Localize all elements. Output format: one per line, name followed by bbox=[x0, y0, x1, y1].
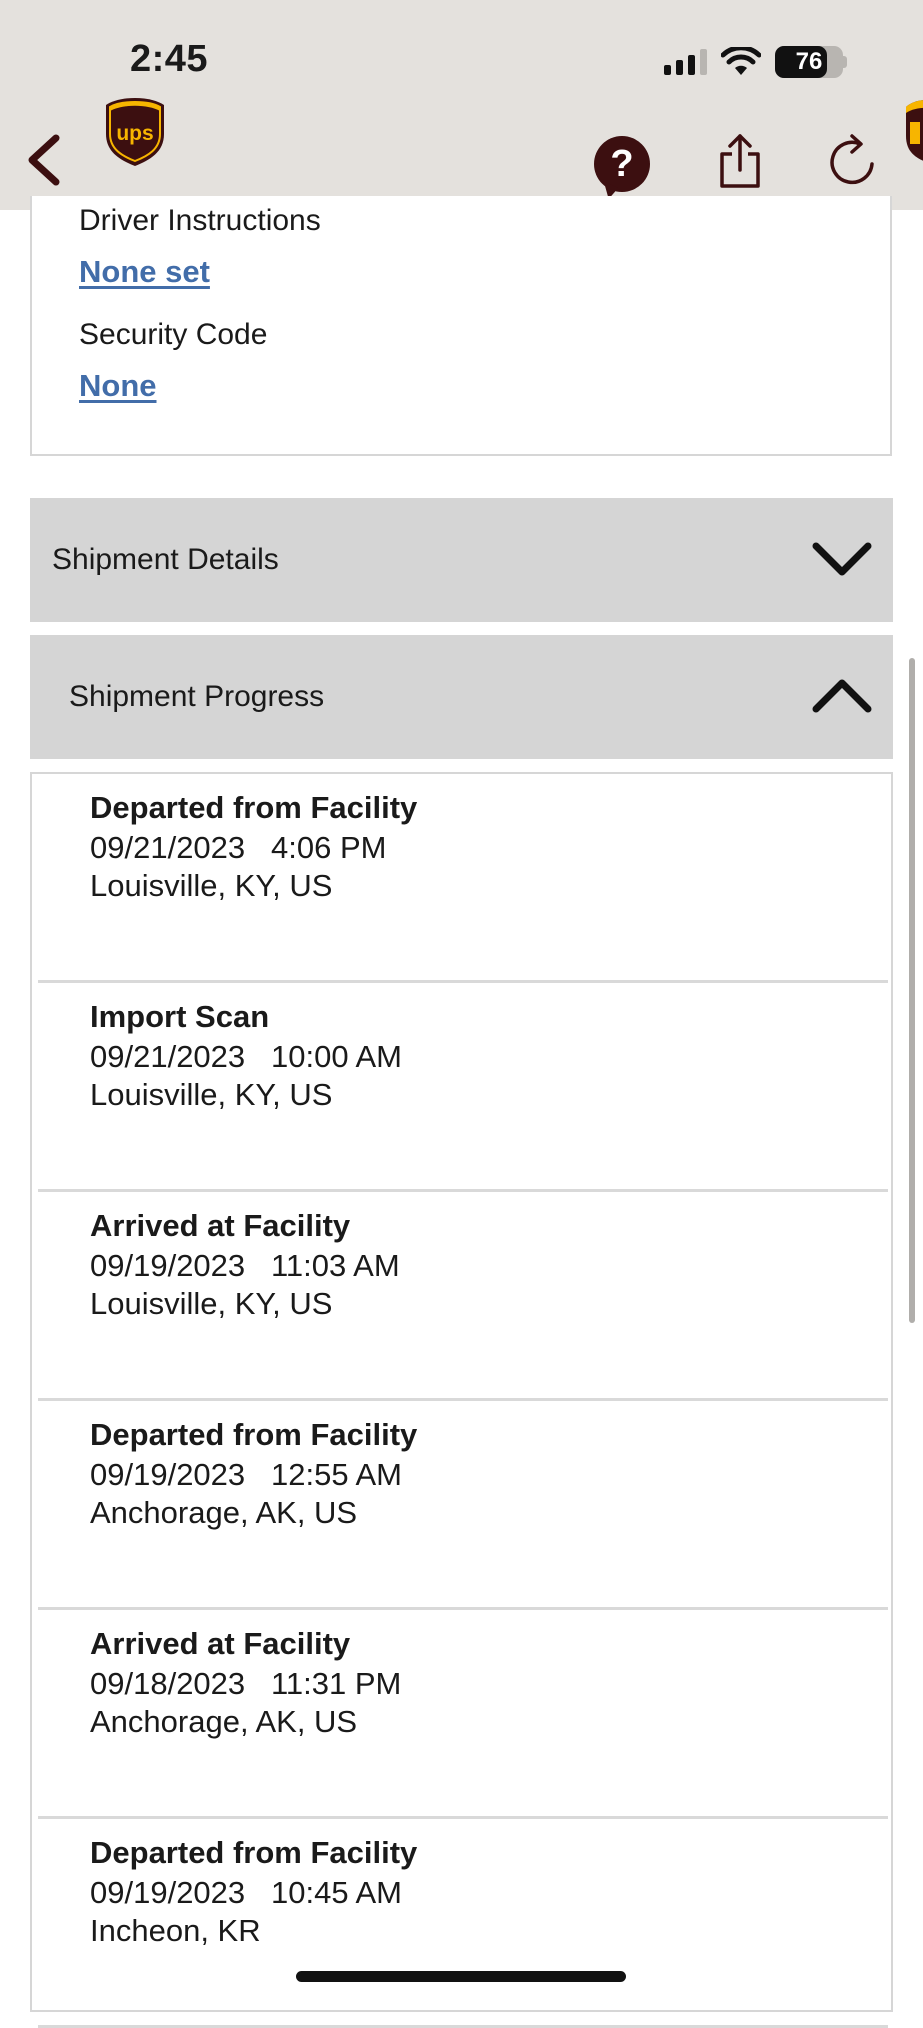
chevron-left-icon[interactable] bbox=[22, 132, 66, 188]
event-location: Anchorage, AK, US bbox=[90, 1495, 358, 1530]
help-icon: ? bbox=[610, 142, 634, 185]
shipment-details-title: Shipment Details bbox=[52, 543, 279, 576]
driver-instructions-label: Driver Instructions bbox=[79, 204, 321, 237]
shipment-progress-title: Shipment Progress bbox=[69, 680, 325, 713]
shipment-details-accordion[interactable]: Shipment Details bbox=[30, 498, 893, 622]
event-location: Louisville, KY, US bbox=[90, 1286, 333, 1321]
event-datetime: 09/21/2023 10:00 AM bbox=[90, 1039, 402, 1074]
event-status: Departed from Facility bbox=[90, 1835, 418, 1870]
wifi-icon bbox=[721, 47, 761, 75]
progress-event-row: Departed from Facility 09/19/2023 12:55 A… bbox=[38, 1401, 888, 1610]
event-location: Anchorage, AK, US bbox=[90, 1704, 358, 1739]
event-datetime: 09/18/2023 11:31 PM bbox=[90, 1666, 402, 1701]
progress-event-row: Arrived at Facility 09/19/2023 11:03 AM Lo… bbox=[38, 1192, 888, 1401]
svg-text:ups: ups bbox=[116, 122, 153, 145]
security-code-link[interactable]: None bbox=[79, 368, 157, 404]
app-header: 2:45 76 ups ? bbox=[0, 0, 923, 210]
event-status: Departed from Facility bbox=[90, 1417, 418, 1452]
chevron-down-icon bbox=[812, 542, 872, 576]
event-datetime: 09/19/2023 10:45 AM bbox=[90, 1875, 402, 1910]
event-location: Incheon, KR bbox=[90, 1913, 261, 1948]
status-time: 2:45 bbox=[130, 38, 209, 80]
battery-icon: 76 bbox=[775, 46, 847, 78]
progress-event-row: Arrived at Facility 09/18/2023 11:31 PM An… bbox=[38, 1610, 888, 1819]
battery-percent: 76 bbox=[795, 48, 823, 75]
share-icon[interactable] bbox=[716, 132, 764, 190]
security-code-label: Security Code bbox=[79, 318, 268, 351]
help-button[interactable]: ? bbox=[594, 136, 650, 192]
event-datetime: 09/19/2023 12:55 AM bbox=[90, 1457, 402, 1492]
event-location: Louisville, KY, US bbox=[90, 1077, 333, 1112]
cellular-signal-icon bbox=[664, 49, 707, 75]
status-indicators: 76 bbox=[664, 44, 847, 80]
shipment-progress-accordion[interactable]: Shipment Progress bbox=[30, 635, 893, 759]
refresh-icon[interactable] bbox=[830, 134, 878, 186]
progress-event-row: Import Scan 09/21/2023 10:00 AM Louisville… bbox=[38, 983, 888, 1192]
event-datetime: 09/21/2023 4:06 PM bbox=[90, 830, 387, 865]
event-status: Import Scan bbox=[90, 999, 270, 1034]
event-status: Arrived at Facility bbox=[90, 1626, 351, 1661]
ups-logo: ups bbox=[106, 98, 164, 166]
scrollbar[interactable] bbox=[909, 658, 915, 1323]
ups-logo-partial bbox=[906, 100, 923, 161]
progress-event-row: Departed from Facility 09/19/2023 10:45 A… bbox=[38, 1819, 888, 2028]
driver-instructions-link[interactable]: None set bbox=[79, 254, 210, 290]
event-datetime: 09/19/2023 11:03 AM bbox=[90, 1248, 400, 1283]
home-indicator[interactable] bbox=[296, 1971, 626, 1982]
chevron-up-icon bbox=[812, 679, 872, 713]
progress-event-row: Departed from Facility 09/21/2023 4:06 PM… bbox=[38, 774, 888, 983]
event-status: Departed from Facility bbox=[90, 790, 418, 825]
delivery-info-card: Driver Instructions None set Security Co… bbox=[30, 196, 892, 456]
event-location: Louisville, KY, US bbox=[90, 868, 333, 903]
shipment-progress-list: Departed from Facility 09/21/2023 4:06 PM… bbox=[30, 772, 893, 2028]
event-status: Arrived at Facility bbox=[90, 1208, 351, 1243]
